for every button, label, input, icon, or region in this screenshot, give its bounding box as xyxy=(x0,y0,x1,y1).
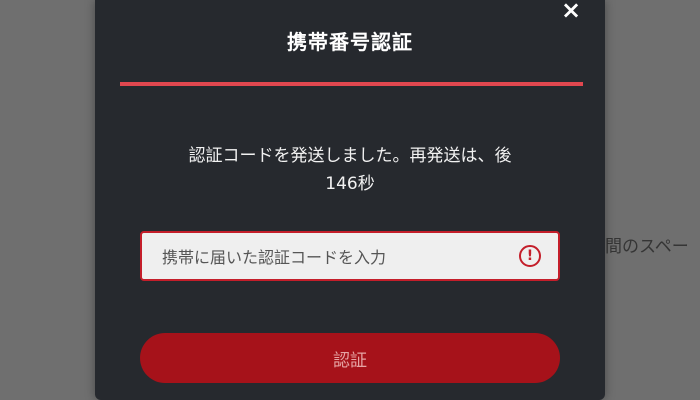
message-line-1: 認証コードを発送しました。再発送は、後 xyxy=(188,146,512,166)
verification-code-field: ! xyxy=(140,231,560,281)
title-divider xyxy=(120,82,583,86)
error-icon: ! xyxy=(519,245,541,267)
verify-button[interactable]: 認証 xyxy=(140,333,560,383)
verification-message: 認証コードを発送しました。再発送は、後 146秒 xyxy=(135,142,565,198)
modal-title: 携帯番号認証 xyxy=(287,30,413,54)
close-icon[interactable]: × xyxy=(559,0,583,22)
phone-verification-modal: 携帯番号認証 認証コードを発送しました。再発送は、後 146秒 ! 認証 xyxy=(95,0,605,400)
countdown-text: 146秒 xyxy=(325,174,375,194)
verification-code-input[interactable] xyxy=(160,233,504,281)
